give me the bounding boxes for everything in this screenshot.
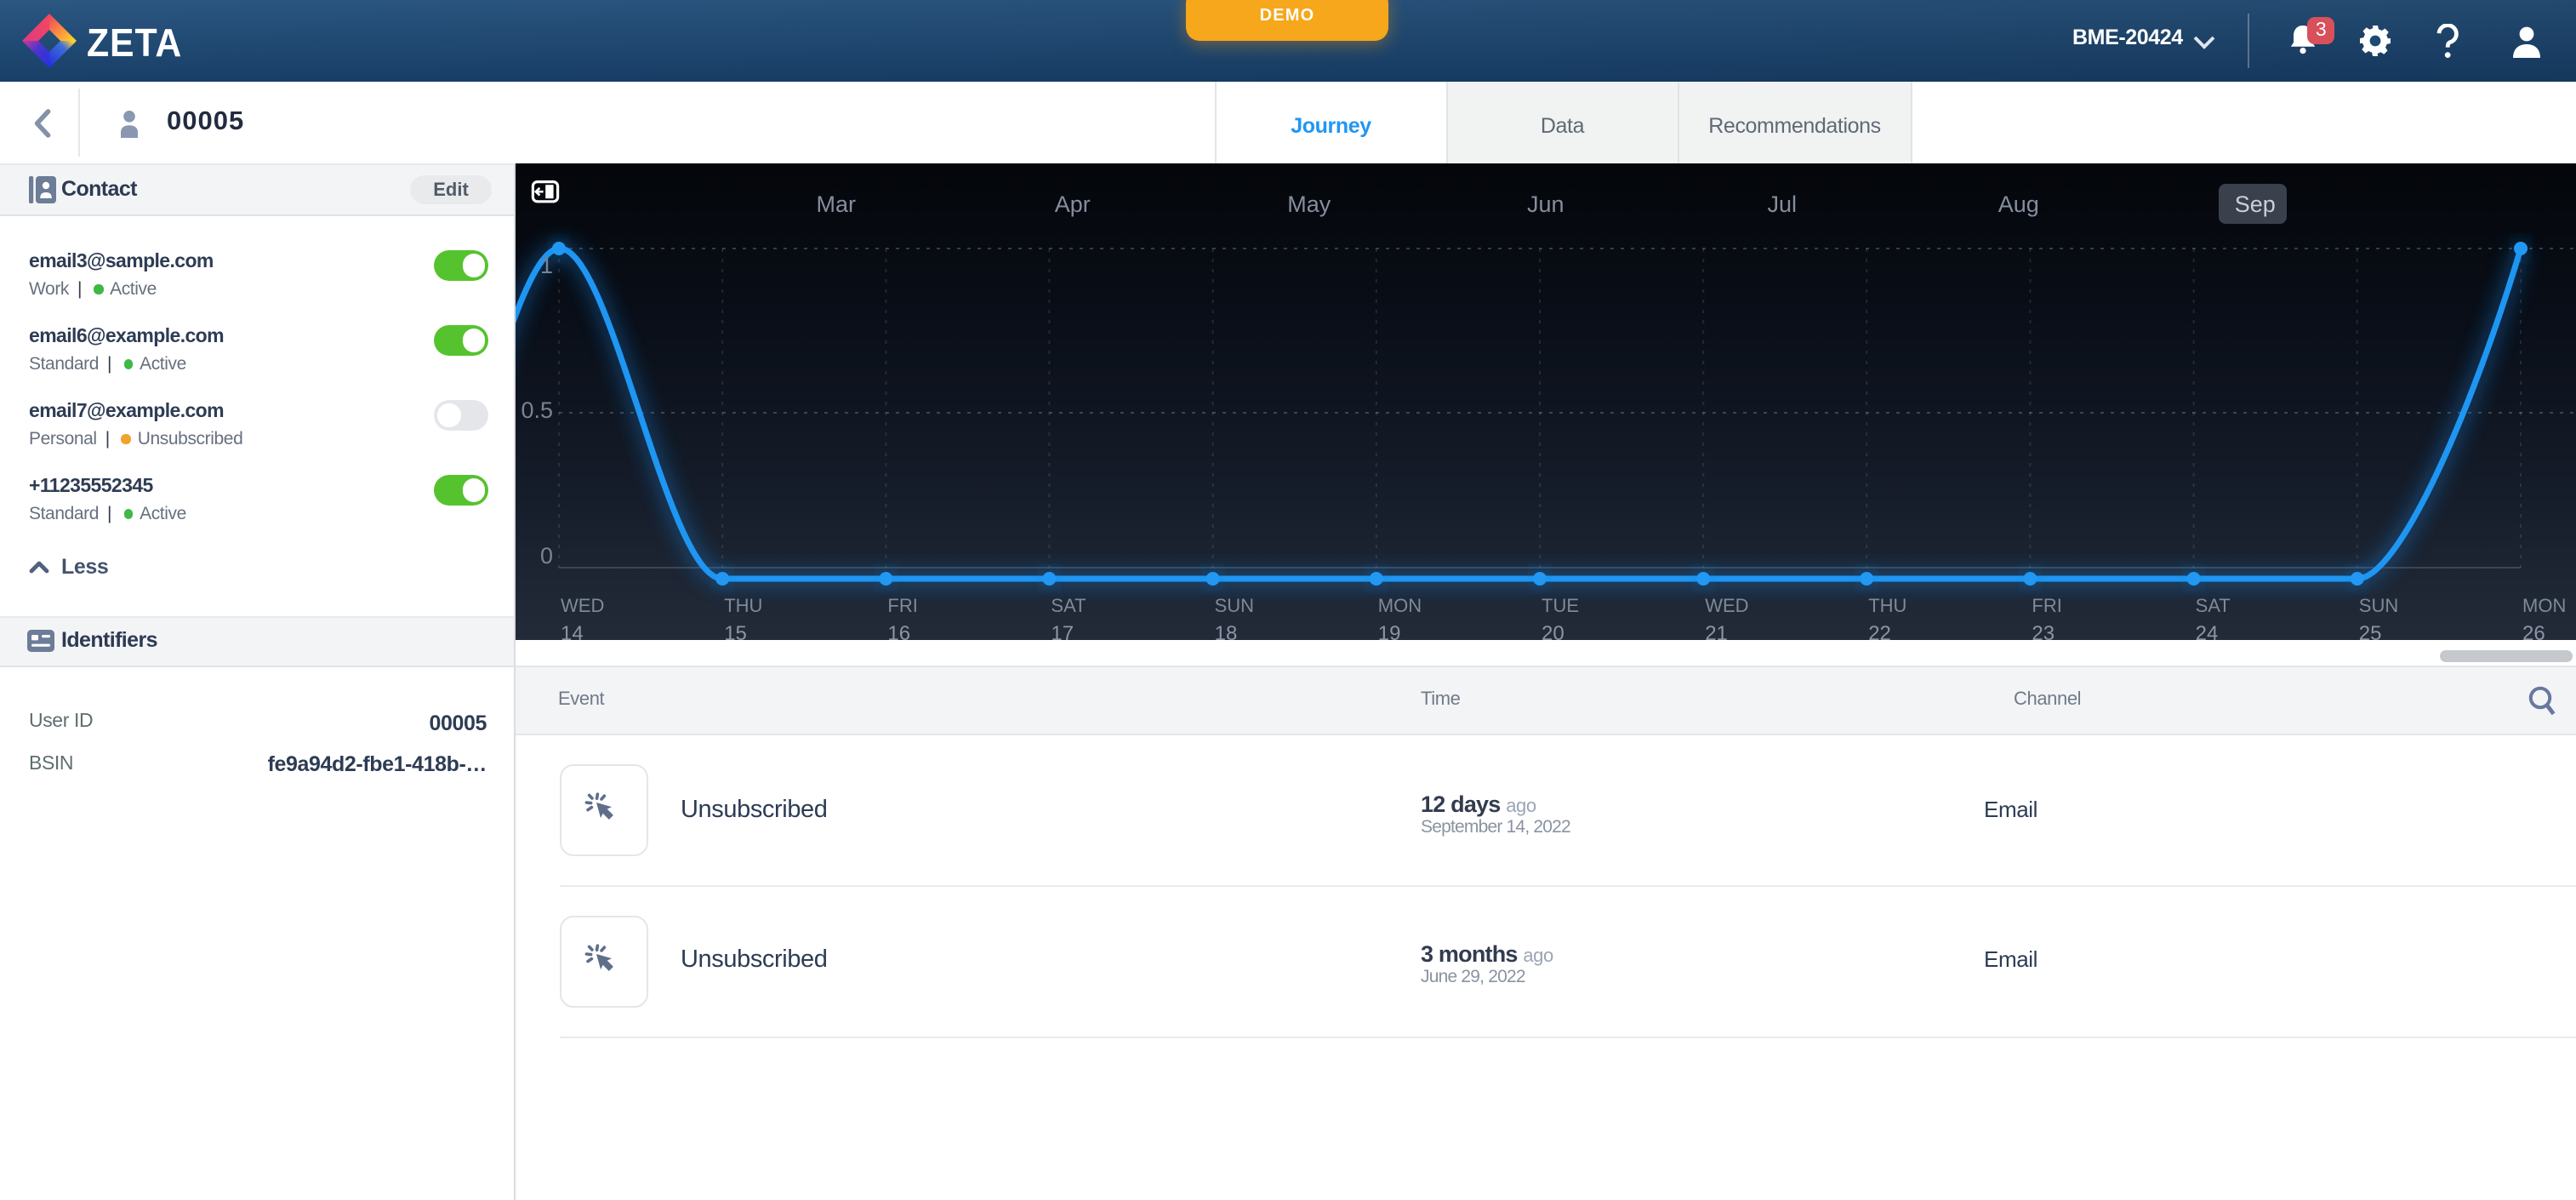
svg-text:THU: THU — [1868, 595, 1906, 616]
svg-text:26: 26 — [2522, 622, 2545, 640]
svg-text:WED: WED — [1705, 595, 1748, 616]
svg-text:22: 22 — [1868, 622, 1891, 640]
svg-text:WED: WED — [561, 595, 604, 616]
svg-text:MON: MON — [2522, 595, 2566, 616]
svg-text:TUE: TUE — [1542, 595, 1579, 616]
svg-text:MON: MON — [1378, 595, 1422, 616]
svg-text:SAT: SAT — [1051, 595, 1086, 616]
svg-text:SAT: SAT — [2196, 595, 2231, 616]
svg-text:14: 14 — [561, 622, 584, 640]
svg-text:0.5: 0.5 — [521, 397, 553, 423]
svg-text:FRI: FRI — [2032, 595, 2061, 616]
svg-text:Jul: Jul — [1768, 191, 1798, 217]
svg-text:23: 23 — [2032, 622, 2055, 640]
svg-text:Mar: Mar — [817, 191, 857, 217]
svg-text:17: 17 — [1051, 622, 1074, 640]
svg-text:19: 19 — [1378, 622, 1401, 640]
svg-text:Jun: Jun — [1527, 191, 1564, 217]
svg-text:25: 25 — [2359, 622, 2382, 640]
svg-text:24: 24 — [2196, 622, 2219, 640]
svg-text:18: 18 — [1215, 622, 1238, 640]
svg-text:FRI: FRI — [887, 595, 917, 616]
svg-text:1: 1 — [540, 253, 553, 278]
svg-text:THU: THU — [724, 595, 762, 616]
svg-text:SUN: SUN — [1215, 595, 1254, 616]
svg-text:16: 16 — [887, 622, 910, 640]
svg-text:21: 21 — [1705, 622, 1728, 640]
svg-text:Aug: Aug — [1998, 191, 2039, 217]
svg-text:May: May — [1287, 191, 1331, 217]
svg-text:Sep: Sep — [2235, 191, 2276, 217]
svg-text:20: 20 — [1542, 622, 1564, 640]
svg-text:Apr: Apr — [1055, 191, 1091, 217]
svg-text:0: 0 — [540, 543, 553, 569]
svg-text:SUN: SUN — [2359, 595, 2398, 616]
svg-text:15: 15 — [724, 622, 747, 640]
